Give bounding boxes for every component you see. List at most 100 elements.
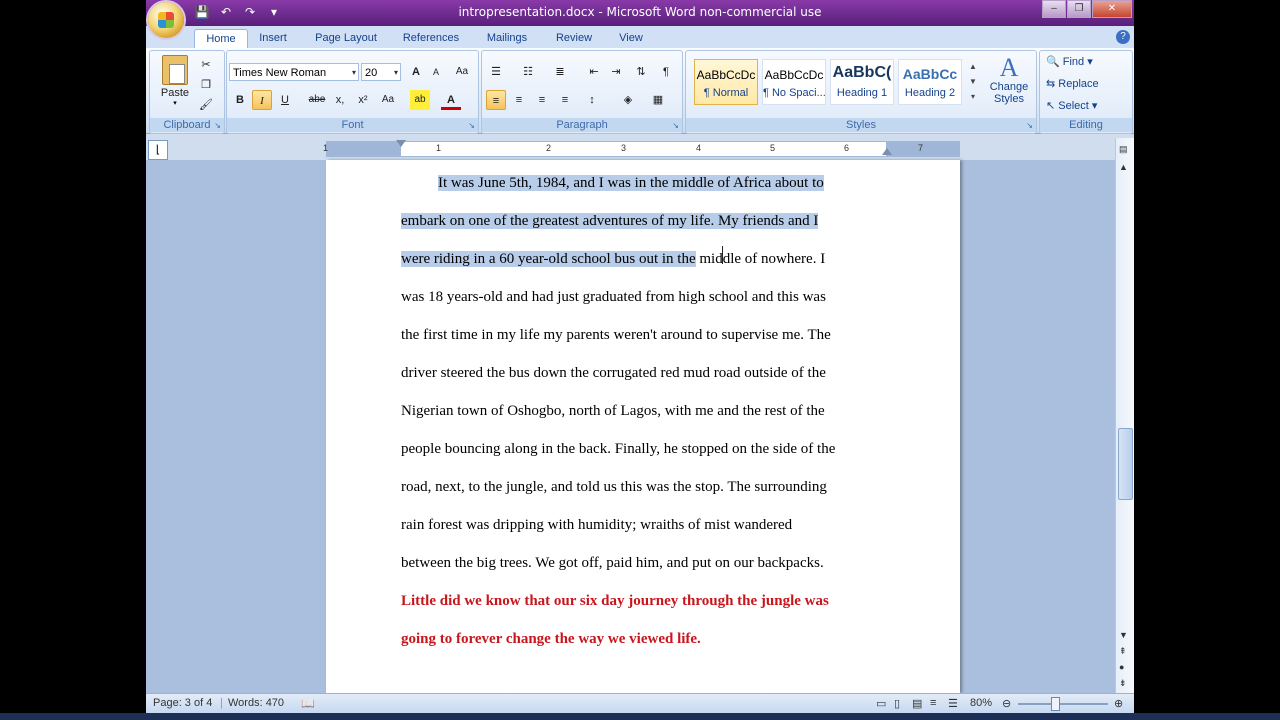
font-group-label: Font (227, 118, 478, 132)
sort-icon[interactable]: ⇅ (631, 62, 651, 82)
print-layout-icon[interactable]: ▭ (876, 697, 886, 710)
paragraph-group: ☰ ☷ ≣ ⇤ ⇥ ⇅ ¶ ≡ ≡ ≡ ≡ ↕ ◈ ▦ Paragraph ↘ (481, 50, 683, 134)
replace-icon: ⇆ (1046, 78, 1056, 90)
tab-view[interactable]: View (612, 29, 650, 48)
zoom-level[interactable]: 80% (970, 697, 992, 709)
zoom-slider[interactable] (1018, 703, 1108, 705)
copy-icon[interactable]: ❐ (196, 75, 216, 95)
outline-icon[interactable]: ≡ (930, 697, 936, 709)
bold-button[interactable]: B (230, 90, 250, 110)
document-body[interactable]: It was June 5th, 1984, and I was in the … (401, 172, 896, 666)
decrease-indent-icon[interactable]: ⇤ (584, 62, 604, 82)
dialog-launcher-icon[interactable]: ↘ (214, 121, 221, 130)
indent-marker[interactable] (396, 140, 406, 147)
increase-indent-icon[interactable]: ⇥ (606, 62, 626, 82)
style-heading-2[interactable]: AaBbCc Heading 2 (898, 59, 962, 105)
scroll-down-icon[interactable]: ▼ (1119, 630, 1128, 640)
subscript-button[interactable]: x, (330, 90, 350, 110)
cut-icon[interactable]: ✂ (196, 55, 216, 75)
emphasis-line: going to forever change the way we viewe… (401, 631, 701, 647)
find-button[interactable]: 🔍 Find ▾ (1046, 55, 1093, 68)
tab-insert[interactable]: Insert (250, 29, 296, 48)
tab-page-layout[interactable]: Page Layout (308, 29, 384, 48)
italic-button[interactable]: I (252, 90, 272, 110)
change-styles-label: Change Styles (989, 81, 1029, 105)
scrollbar-thumb[interactable] (1118, 428, 1133, 500)
dialog-launcher-icon[interactable]: ↘ (672, 121, 679, 130)
text-line: the first time in my life my parents wer… (401, 327, 831, 343)
underline-button[interactable]: U (275, 90, 295, 110)
close-button[interactable]: ✕ (1092, 0, 1132, 18)
zoom-out-icon[interactable]: ⊖ (1002, 697, 1011, 710)
format-painter-icon[interactable]: 🖌 (196, 95, 216, 115)
view-ruler-icon[interactable]: ▤ (1119, 144, 1128, 155)
show-formatting-button[interactable]: ¶ (656, 62, 676, 82)
document-page[interactable]: It was June 5th, 1984, and I was in the … (326, 160, 960, 693)
dialog-launcher-icon[interactable]: ↘ (1026, 121, 1033, 130)
office-button[interactable] (148, 2, 184, 38)
text-line: were riding in a 60 year-old school bus … (401, 251, 826, 267)
vertical-scrollbar[interactable]: ▤ ▲ ▼ ⇞ ● ⇟ (1115, 138, 1134, 693)
draft-icon[interactable]: ☰ (948, 697, 958, 710)
text-line: rain forest was dripping with humidity; … (401, 517, 793, 533)
full-screen-reading-icon[interactable]: ▯ (894, 697, 900, 710)
paste-button[interactable]: Paste ▾ (158, 55, 192, 111)
clear-formatting-button[interactable]: Aa (452, 62, 472, 82)
grow-font-button[interactable]: A (406, 62, 426, 82)
editing-group: 🔍 Find ▾ ⇆ Replace ↖ Select ▾ Editing (1039, 50, 1133, 134)
right-indent-marker[interactable] (882, 148, 892, 155)
zoom-in-icon[interactable]: ⊕ (1114, 697, 1123, 710)
font-name-select[interactable]: Times New Roman ▾ (229, 63, 359, 81)
tab-mailings[interactable]: Mailings (479, 29, 535, 48)
window-title: intropresentation.docx - Microsoft Word … (458, 5, 822, 19)
align-center-icon[interactable]: ≡ (509, 90, 529, 110)
font-color-button[interactable]: A (441, 90, 461, 110)
previous-page-icon[interactable]: ⇞ (1119, 646, 1127, 657)
help-icon[interactable]: ? (1116, 30, 1130, 44)
change-case-button[interactable]: Aa (378, 90, 398, 110)
bullets-icon[interactable]: ☰ (486, 62, 506, 82)
tab-references[interactable]: References (396, 29, 466, 48)
tab-home[interactable]: Home (194, 29, 248, 49)
shading-icon[interactable]: ◈ (618, 90, 638, 110)
style-no-spacing[interactable]: AaBbCcDc ¶ No Spaci... (762, 59, 826, 105)
strikethrough-button[interactable]: abe (307, 90, 327, 110)
web-layout-icon[interactable]: ▤ (912, 697, 922, 710)
dialog-launcher-icon[interactable]: ↘ (468, 121, 475, 130)
shrink-font-button[interactable]: A (426, 62, 446, 82)
text-line: Nigerian town of Oshogbo, north of Lagos… (401, 403, 825, 419)
next-page-icon[interactable]: ⇟ (1119, 678, 1127, 689)
text-line: road, next, to the jungle, and told us t… (401, 479, 827, 495)
change-styles-button[interactable]: A Change Styles (986, 55, 1032, 113)
horizontal-ruler[interactable]: 1 1 2 3 4 5 6 7 (323, 140, 960, 157)
tab-review[interactable]: Review (549, 29, 599, 48)
font-size-select[interactable]: 20 ▾ (361, 63, 401, 81)
style-normal[interactable]: AaBbCcDc ¶ Normal (694, 59, 758, 105)
justify-icon[interactable]: ≡ (555, 90, 575, 110)
highlight-button[interactable]: ab (410, 90, 430, 110)
replace-button[interactable]: ⇆ Replace (1046, 77, 1099, 90)
minimize-button[interactable]: – (1042, 0, 1066, 18)
select-button[interactable]: ↖ Select ▾ (1046, 99, 1097, 112)
borders-icon[interactable]: ▦ (648, 90, 668, 110)
status-bar: Page: 3 of 4 | Words: 470 📖 ▭ ▯ ▤ ≡ ☰ 80… (146, 693, 1134, 714)
multilevel-list-icon[interactable]: ≣ (550, 62, 570, 82)
word-count[interactable]: Words: 470 (228, 697, 284, 709)
zoom-slider-thumb[interactable] (1051, 697, 1060, 711)
style-heading-1[interactable]: AaBbC( Heading 1 (830, 59, 894, 105)
proofing-icon[interactable]: 📖 (301, 697, 315, 710)
superscript-button[interactable]: x² (353, 90, 373, 110)
taskbar (0, 713, 1280, 720)
numbering-icon[interactable]: ☷ (518, 62, 538, 82)
page-count[interactable]: Page: 3 of 4 (153, 697, 212, 709)
tab-selector-icon[interactable]: ⌊ (148, 140, 168, 160)
align-right-icon[interactable]: ≡ (532, 90, 552, 110)
select-browse-object-icon[interactable]: ● (1119, 662, 1124, 672)
styles-group-label: Styles (686, 118, 1036, 132)
text-line: embark on one of the greatest adventures… (401, 213, 819, 229)
scroll-up-icon[interactable]: ▲ (1119, 162, 1128, 172)
restore-button[interactable]: ❐ (1067, 0, 1091, 18)
styles-scroll[interactable]: ▲ ▼ ▾ (966, 59, 980, 105)
align-left-icon[interactable]: ≡ (486, 90, 506, 110)
line-spacing-icon[interactable]: ↕ (582, 90, 602, 110)
